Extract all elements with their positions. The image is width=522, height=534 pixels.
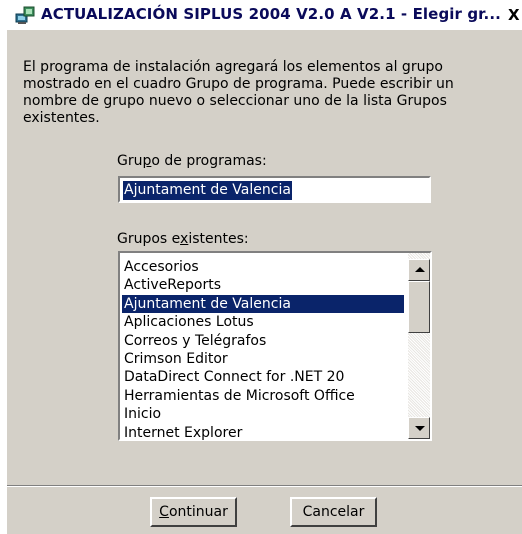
scrollbar-thumb[interactable] [408, 281, 430, 333]
list-item[interactable]: Correos y Telégrafos [122, 332, 404, 350]
list-item[interactable]: Inicio [122, 405, 404, 423]
scroll-down-button[interactable] [408, 417, 430, 439]
arrow-down-icon [415, 426, 425, 431]
existing-groups-listbox[interactable]: Accesorios ActiveReports Ajuntament de V… [118, 251, 432, 441]
window-title: ACTUALIZACIÓN SIPLUS 2004 V2.0 A V2.1 - … [41, 5, 501, 23]
list-item-selected[interactable]: Ajuntament de Valencia [122, 294, 404, 314]
list-item[interactable]: Accesorios [122, 258, 404, 276]
list-item[interactable]: Crimson Editor [122, 350, 404, 368]
list-item[interactable]: ActiveReports [122, 276, 404, 294]
vertical-scrollbar[interactable] [408, 253, 430, 439]
list-item[interactable]: Internet Explorer [122, 424, 404, 442]
continue-button[interactable]: Continuar [150, 497, 237, 527]
divider [7, 485, 522, 487]
program-group-label: Grupo de programas: [117, 153, 267, 169]
program-group-input[interactable]: Ajuntament de Valencia [118, 176, 431, 203]
listbox-items: Accesorios ActiveReports Ajuntament de V… [122, 258, 404, 442]
setup-computer-icon [15, 5, 35, 25]
close-button[interactable]: X [508, 6, 522, 24]
title-bar[interactable]: ACTUALIZACIÓN SIPLUS 2004 V2.0 A V2.1 - … [7, 0, 522, 30]
arrow-up-icon [415, 267, 425, 272]
list-item[interactable]: Aplicaciones Lotus [122, 313, 404, 331]
existing-groups-label: Grupos existentes: [117, 231, 249, 247]
scroll-up-button[interactable] [408, 259, 430, 281]
dialog-window: ACTUALIZACIÓN SIPLUS 2004 V2.0 A V2.1 - … [6, 0, 522, 534]
list-item[interactable]: DataDirect Connect for .NET 20 [122, 368, 404, 386]
list-item[interactable]: Herramientas de Microsoft Office [122, 387, 404, 405]
cancel-button[interactable]: Cancelar [290, 497, 377, 527]
instruction-text: El programa de instalación agregará los … [23, 59, 454, 126]
program-group-value[interactable]: Ajuntament de Valencia [123, 181, 292, 200]
